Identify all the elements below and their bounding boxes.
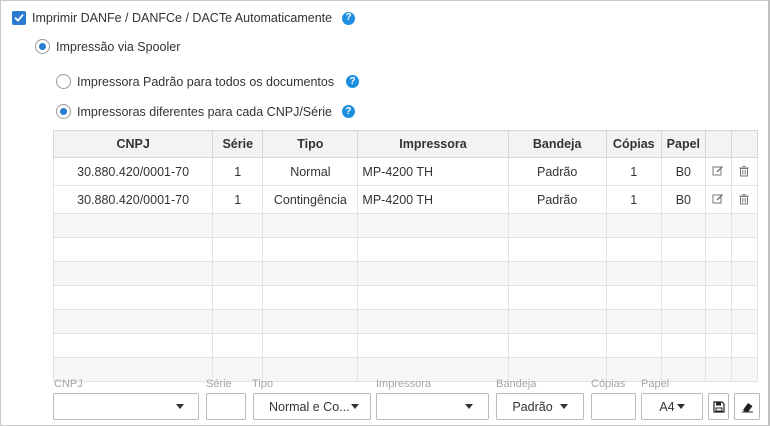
cell-cnpj: 30.880.420/0001-70 — [52, 185, 214, 214]
row-delete-cell — [730, 185, 759, 214]
col-copias[interactable]: Cópias — [605, 130, 662, 158]
cell-impressora: MP-4200 TH — [357, 185, 509, 214]
empty-row — [52, 237, 759, 262]
bandeja-select[interactable]: Padrão — [496, 393, 584, 420]
col-impressora[interactable]: Impressora — [357, 130, 509, 158]
bandeja-select-value: Padrão — [512, 399, 553, 414]
save-button[interactable] — [708, 393, 729, 420]
printers-table: CNPJ Série Tipo Impressora Bandeja Cópia… — [52, 130, 759, 382]
row-edit-cell — [704, 157, 732, 186]
tipo-field-label: Tipo — [252, 378, 273, 390]
chevron-down-icon — [350, 404, 359, 409]
cell-tipo: Normal — [262, 157, 359, 186]
impressora-select[interactable] — [376, 393, 489, 420]
edit-icon[interactable] — [711, 192, 725, 206]
chevron-down-icon — [559, 404, 568, 409]
chevron-down-icon — [465, 404, 473, 409]
serie-input[interactable] — [206, 393, 246, 420]
cell-tipo: Contingência — [262, 185, 359, 214]
floppy-disk-icon — [712, 400, 725, 413]
chevron-down-icon — [676, 404, 685, 409]
trash-icon[interactable] — [737, 164, 751, 178]
empty-row — [52, 261, 759, 286]
papel-field-label: Papel — [641, 378, 670, 390]
edit-icon[interactable] — [711, 164, 725, 178]
cell-serie: 1 — [212, 185, 264, 214]
tipo-select-value: Normal e Co... — [269, 399, 350, 414]
default-printer-label: Impressora Padrão para todos os document… — [77, 74, 335, 89]
serie-field-label: Série — [206, 378, 232, 390]
cell-copias: 1 — [605, 185, 662, 214]
auto-print-option[interactable]: Imprimir DANFe / DANFCe / DACTe Automati… — [12, 11, 356, 25]
chevron-down-icon — [176, 404, 184, 409]
col-bandeja[interactable]: Bandeja — [507, 130, 607, 158]
empty-row — [52, 333, 759, 358]
help-icon[interactable]: ? — [346, 75, 360, 88]
help-icon[interactable]: ? — [342, 11, 356, 25]
col-delete — [730, 130, 759, 158]
col-cnpj[interactable]: CNPJ — [52, 130, 214, 158]
table-row[interactable]: 30.880.420/0001-70 1 Normal MP-4200 TH P… — [52, 157, 759, 186]
papel-select-value: A4 — [659, 399, 675, 414]
col-serie[interactable]: Série — [212, 130, 264, 158]
col-edit — [704, 130, 732, 158]
auto-print-checkbox[interactable] — [12, 11, 26, 25]
impressora-field-label: Impressora — [376, 378, 432, 390]
check-icon — [14, 14, 24, 22]
trash-icon[interactable] — [737, 192, 751, 206]
diff-printers-option[interactable]: Impressoras diferentes para cada CNPJ/Sé… — [56, 104, 355, 119]
papel-select[interactable]: A4 — [641, 393, 703, 420]
clear-button[interactable] — [734, 393, 760, 420]
copias-field-label: Cópias — [591, 378, 626, 390]
default-printer-option[interactable]: Impressora Padrão para todos os document… — [56, 74, 360, 89]
row-delete-cell — [730, 157, 759, 186]
empty-row — [52, 213, 759, 238]
auto-print-label: Imprimir DANFe / DANFCe / DACTe Automati… — [32, 11, 333, 25]
cell-impressora: MP-4200 TH — [357, 157, 509, 186]
spooler-option[interactable]: Impressão via Spooler — [35, 39, 180, 54]
copias-input[interactable] — [591, 393, 636, 420]
spooler-radio[interactable] — [35, 39, 50, 54]
default-printer-radio[interactable] — [56, 74, 71, 89]
bandeja-field-label: Bandeja — [496, 378, 537, 390]
empty-row — [52, 309, 759, 334]
table-row[interactable]: 30.880.420/0001-70 1 Contingência MP-420… — [52, 185, 759, 214]
cell-bandeja: Padrão — [507, 185, 607, 214]
tipo-select[interactable]: Normal e Co... — [253, 393, 371, 420]
cell-papel: B0 — [660, 157, 706, 186]
cell-serie: 1 — [212, 157, 264, 186]
cnpj-field-label: CNPJ — [54, 378, 83, 390]
help-icon[interactable]: ? — [341, 105, 355, 118]
diff-printers-radio[interactable] — [56, 104, 71, 119]
empty-row — [52, 285, 759, 310]
spooler-label: Impressão via Spooler — [56, 39, 181, 54]
eraser-icon — [741, 402, 753, 412]
diff-printers-label: Impressoras diferentes para cada CNPJ/Sé… — [77, 104, 332, 119]
cell-bandeja: Padrão — [507, 157, 607, 186]
table-header: CNPJ Série Tipo Impressora Bandeja Cópia… — [52, 130, 759, 158]
cnpj-select[interactable] — [53, 393, 199, 420]
cell-papel: B0 — [660, 185, 706, 214]
row-edit-cell — [704, 185, 732, 214]
cell-cnpj: 30.880.420/0001-70 — [52, 157, 214, 186]
col-tipo[interactable]: Tipo — [262, 130, 359, 158]
cell-copias: 1 — [605, 157, 662, 186]
col-papel[interactable]: Papel — [660, 130, 706, 158]
